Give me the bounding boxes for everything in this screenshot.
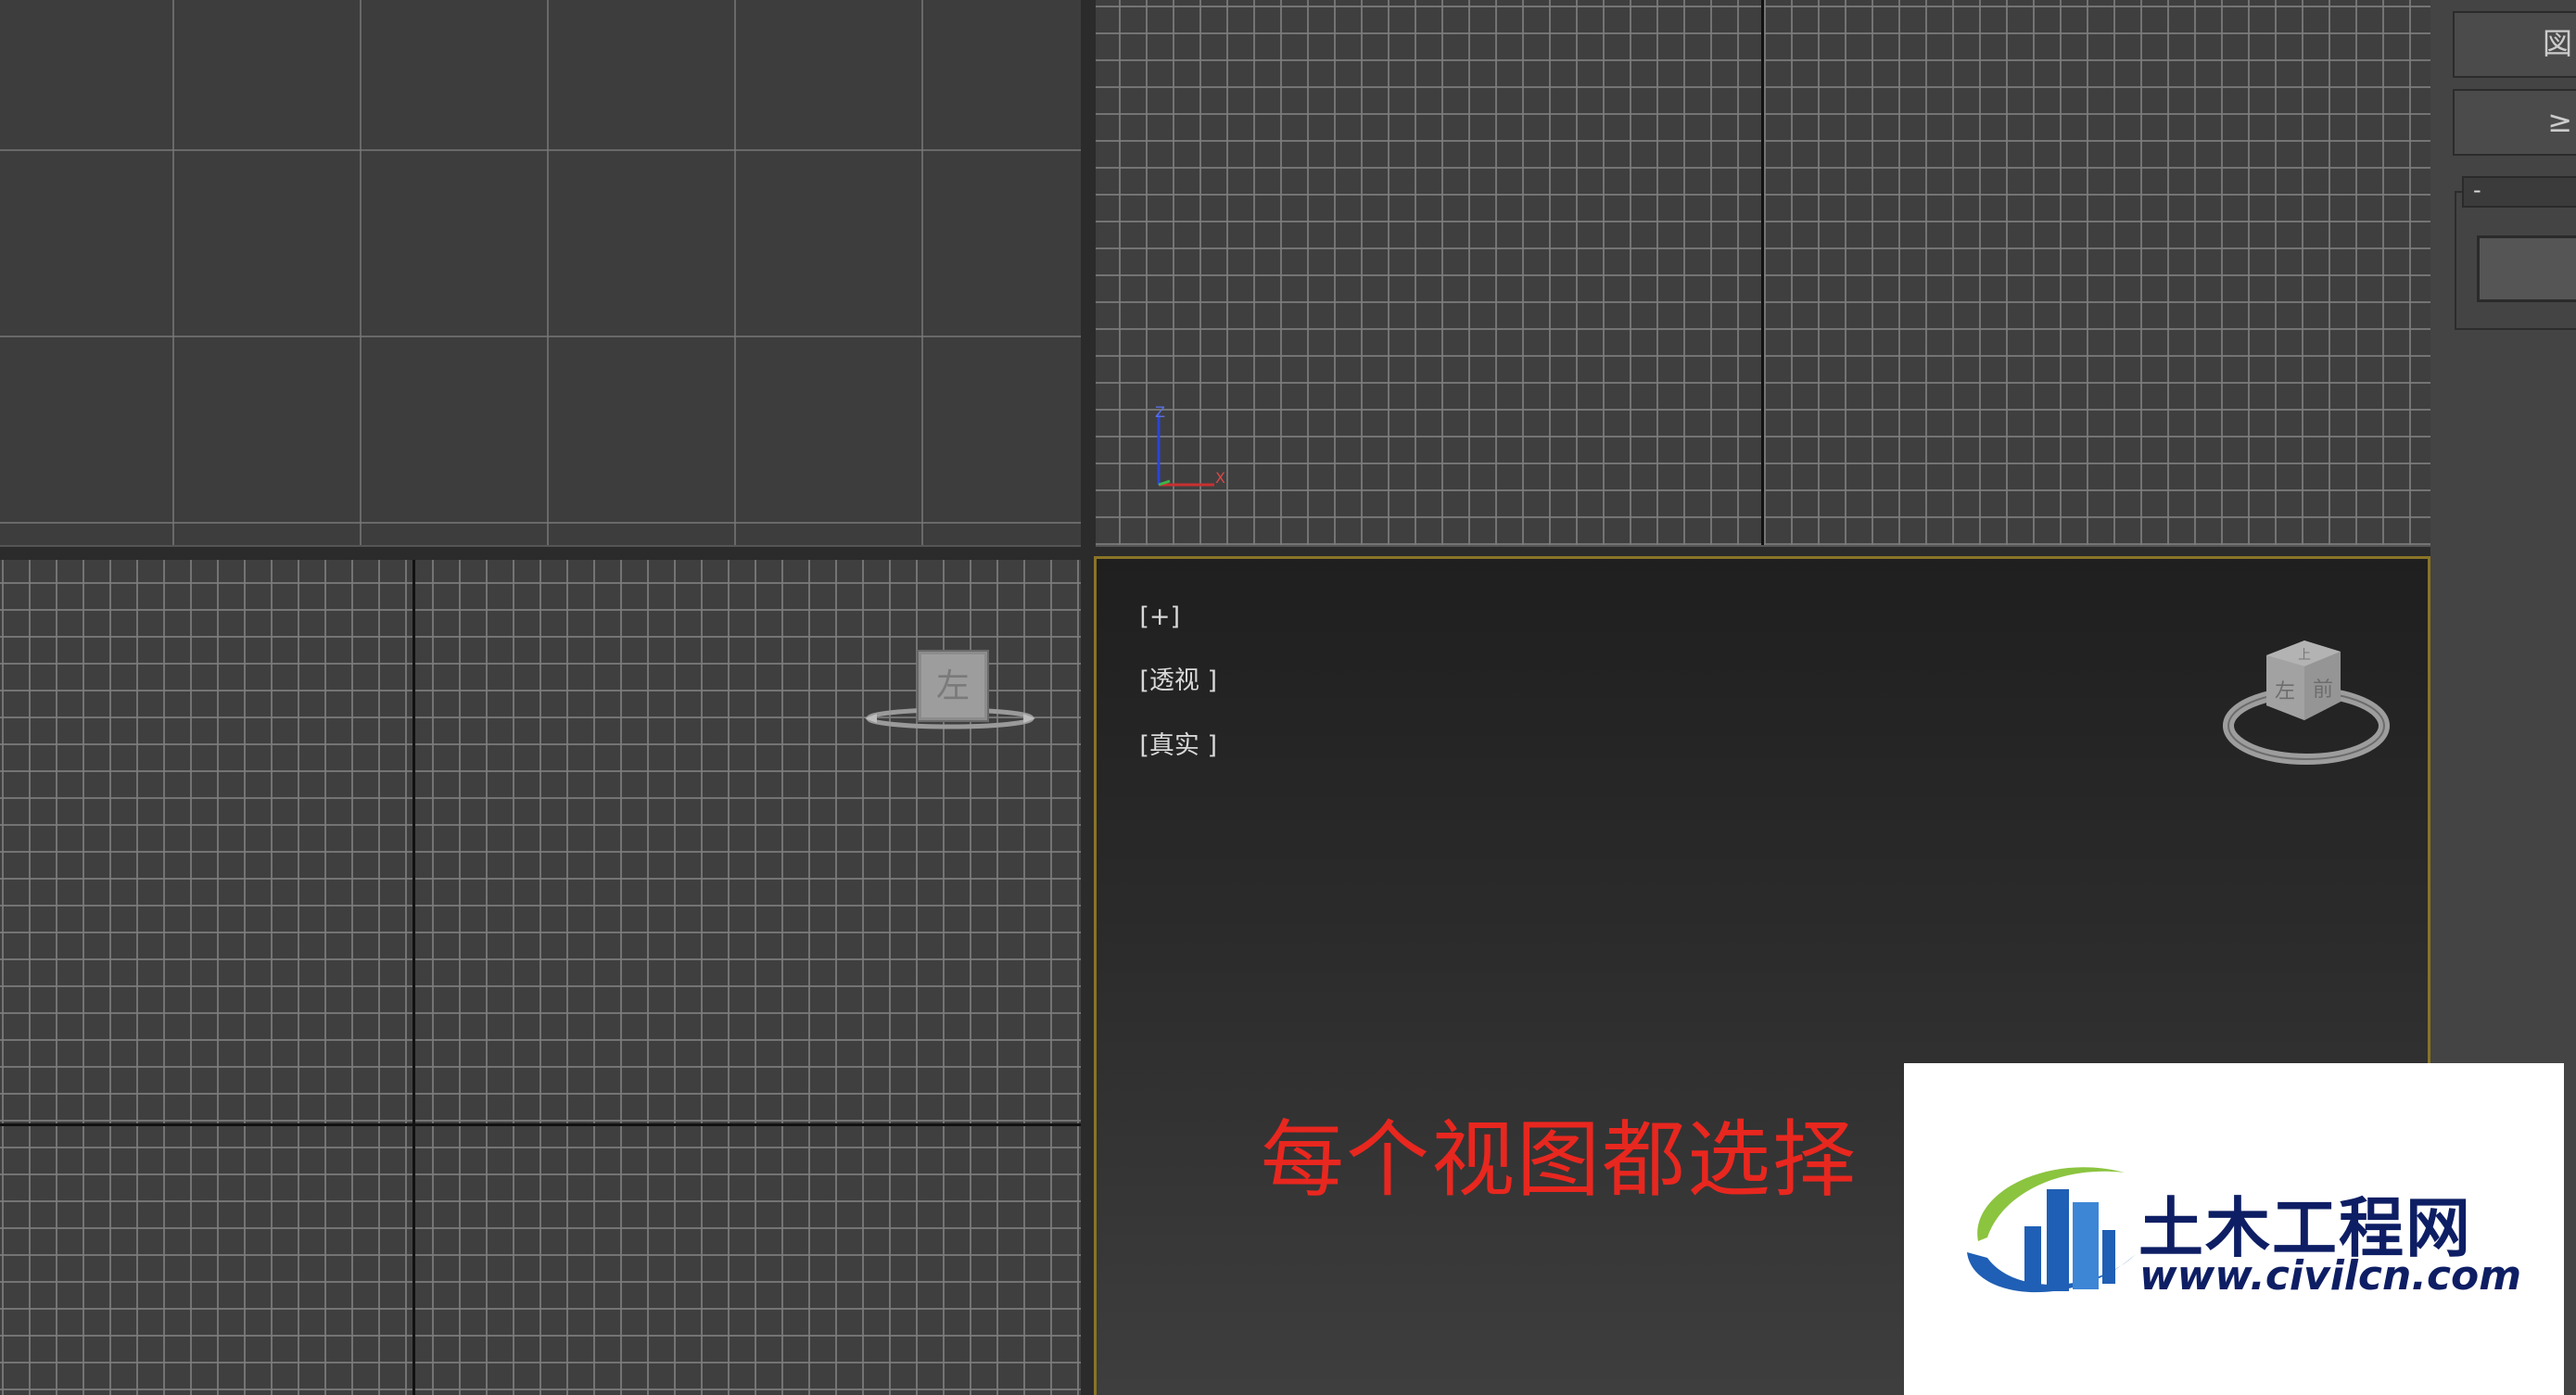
viewport-front[interactable]: Z X: [1096, 0, 2430, 547]
left-axis-vertical: [412, 560, 415, 1395]
axis-x-label: X: [1215, 469, 1225, 487]
viewcube-icon[interactable]: 左 前 上: [2218, 635, 2394, 774]
panel-button-2-label: ≥: [2547, 104, 2572, 139]
viewcube-icon[interactable]: 左: [862, 645, 1038, 747]
panel-button-1-label: 図: [2542, 26, 2572, 61]
viewcube-face-front: 前: [2313, 678, 2333, 702]
rollout-header[interactable]: -: [2462, 176, 2576, 208]
axis-tripod-icon: Z X: [1155, 403, 1225, 487]
civilcn-logo-icon: [1967, 1167, 2136, 1293]
axis-z-label: Z: [1155, 403, 1165, 421]
watermark: 土木工程网 www.civilcn.com: [1904, 1063, 2564, 1395]
viewport-left[interactable]: 左: [0, 560, 1081, 1395]
viewport-menu-plus[interactable]: [+]: [1139, 602, 1180, 631]
viewcube-face-top: 上: [2298, 648, 2311, 663]
viewport-menu-shading[interactable]: [真实 ]: [1139, 731, 1217, 760]
viewport-top[interactable]: [0, 0, 1081, 547]
left-axis-horizontal: [0, 1123, 1081, 1126]
annotation-text: 每个视图都选择: [1261, 1111, 1858, 1209]
viewcube-face-left: 左: [2275, 680, 2295, 704]
viewcube-face-label: 左: [936, 667, 970, 705]
panel-button-1[interactable]: 図: [2453, 11, 2576, 78]
viewport-label[interactable]: [+] [透视 ] [真实 ]: [1108, 574, 1217, 790]
name-input[interactable]: [2477, 235, 2576, 302]
viewport-menu-view[interactable]: [透视 ]: [1139, 666, 1217, 695]
watermark-url: www.civilcn.com: [2139, 1252, 2522, 1300]
front-axis-vertical: [1761, 0, 1764, 545]
panel-button-2[interactable]: ≥: [2453, 89, 2576, 156]
